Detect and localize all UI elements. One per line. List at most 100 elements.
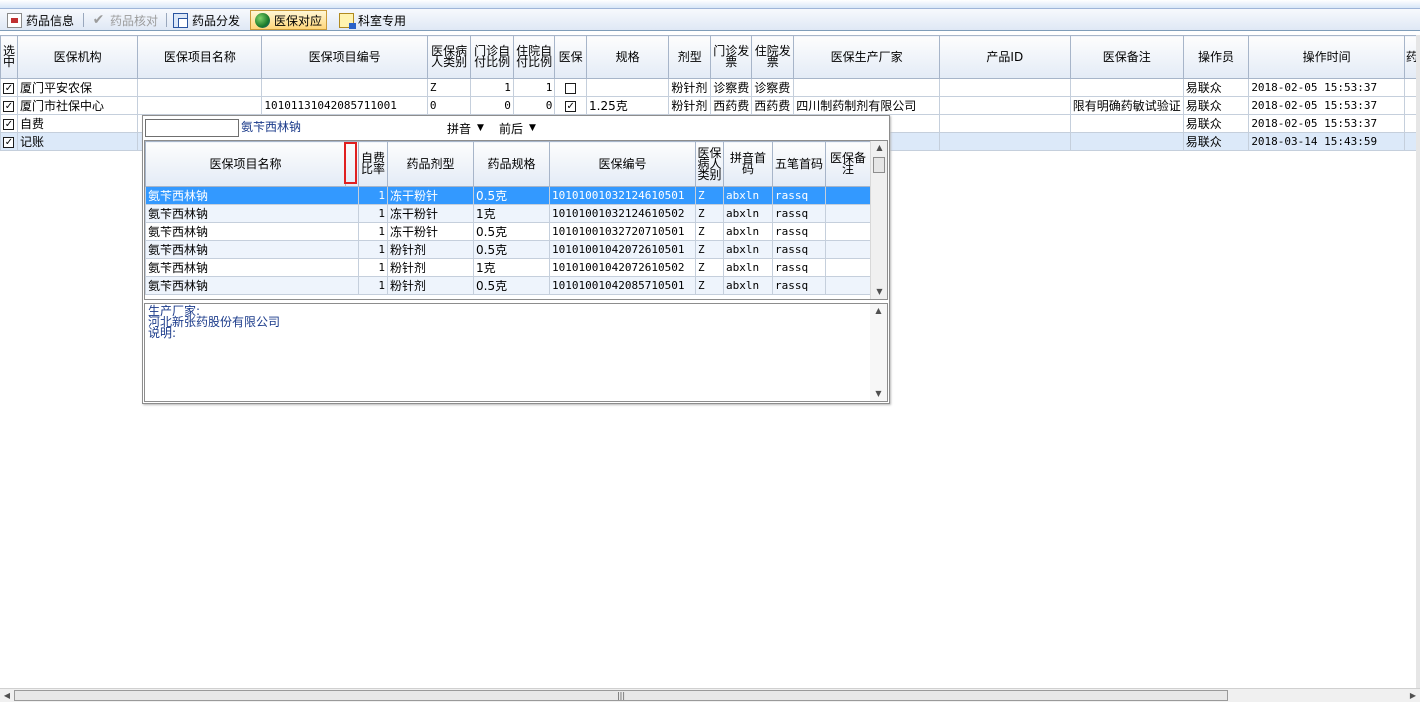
spec-cell: 1.25克 — [586, 96, 670, 115]
col-header-org[interactable]: 医保机构 — [16, 35, 139, 79]
right-edge-scrollbar[interactable] — [1416, 35, 1420, 688]
col-header-product-id[interactable]: 产品ID — [938, 35, 1071, 79]
lookup-row[interactable]: 氨苄西林钠 1 冻干粉针 0.5克 10101001032720710501 Z… — [145, 222, 871, 241]
opd-ratio-cell: 0 — [470, 96, 514, 115]
scroll-down-arrow-icon[interactable]: ▼ — [871, 285, 887, 299]
table-row[interactable]: ✓ 厦门平安农保 Z 1 1 粉针剂 诊察费 诊察费 易联众 2018-02-0… — [0, 78, 1420, 97]
col-header-spec[interactable]: 规格 — [586, 35, 670, 79]
item-code-cell: 10101131042085711001 — [261, 96, 428, 115]
select-cell[interactable]: ✓ — [0, 96, 18, 115]
pinyin-cell: abxln — [723, 186, 773, 205]
col-header-drug-form[interactable]: 药品剂型 — [387, 141, 474, 187]
match-mode-dropdown[interactable]: 拼音 ▼ — [447, 120, 484, 136]
col-header-item-name[interactable]: 医保项目名称 — [145, 141, 346, 187]
select-checkbox[interactable]: ✓ — [3, 118, 15, 130]
tab-drug-check[interactable]: ✔ 药品核对 — [86, 10, 163, 30]
col-header-opd-ratio[interactable]: 门诊自付比例 — [470, 35, 514, 79]
col-header-ipd-ratio[interactable]: 住院自付比例 — [512, 35, 556, 79]
tab-label: 药品信息 — [26, 13, 75, 28]
globe-icon — [255, 12, 270, 28]
select-checkbox[interactable]: ✓ — [3, 82, 15, 94]
form-cell: 粉针剂 — [387, 276, 474, 295]
col-header-pinyin-code[interactable]: 拼音首码 — [723, 141, 773, 187]
category-cell: Z — [695, 240, 724, 259]
insured-checkbox[interactable]: ✓ — [565, 100, 577, 112]
scroll-up-arrow-icon[interactable]: ▲ — [871, 141, 887, 155]
col-header-self-pay-ratio[interactable]: 自费比率 — [358, 141, 388, 187]
tab-separator — [166, 13, 167, 27]
select-checkbox[interactable]: ✓ — [3, 100, 15, 112]
item-detail-panel: 生产厂家: 河北新张药股份有限公司 说明: ▲ ▼ — [144, 303, 888, 402]
col-header-maker[interactable]: 医保生产厂家 — [793, 35, 940, 79]
select-checkbox[interactable]: ✓ — [3, 136, 15, 148]
form-cell: 粉针剂 — [668, 96, 712, 115]
select-cell[interactable]: ✓ — [0, 114, 18, 133]
category-cell: Z — [695, 276, 724, 295]
tab-drug-distribute[interactable]: 药品分发 — [168, 10, 245, 30]
table-row[interactable]: ✓ 厦门市社保中心 10101131042085711001 0 0 0 ✓ 1… — [0, 96, 1420, 115]
ipd-invoice-cell: 诊察费 — [751, 78, 795, 97]
scroll-up-arrow-icon[interactable]: ▲ — [870, 304, 887, 318]
scroll-down-arrow-icon[interactable]: ▼ — [870, 387, 887, 401]
item-name-cell: 氨苄西林钠 — [145, 240, 359, 259]
detail-vertical-scrollbar[interactable]: ▲ ▼ — [870, 304, 887, 401]
col-header-opd-invoice[interactable]: 门诊发票 — [710, 35, 753, 79]
col-header-remark[interactable]: 医保备注 — [1069, 35, 1184, 79]
col-header-insurance-remark[interactable]: 医保备注 — [825, 141, 871, 187]
lookup-row[interactable]: 氨苄西林钠 1 冻干粉针 1克 10101001032124610502 Z a… — [145, 204, 871, 223]
col-header-item-name[interactable]: 医保项目名称 — [137, 35, 263, 79]
lookup-row[interactable]: 氨苄西林钠 1 粉针剂 0.5克 10101001042085710501 Z … — [145, 276, 871, 295]
remark-cell — [825, 276, 871, 295]
lookup-row[interactable]: 氨苄西林钠 1 冻干粉针 0.5克 10101001032124610501 Z… — [145, 186, 871, 205]
ratio-cell: 1 — [358, 258, 388, 277]
ipd-ratio-cell: 0 — [512, 96, 556, 115]
tab-department[interactable]: 科室专用 — [334, 10, 411, 30]
col-header-insured[interactable]: 医保 — [554, 35, 588, 79]
tab-label: 药品核对 — [110, 13, 159, 28]
col-header-wubi-code[interactable]: 五笔首码 — [772, 141, 826, 187]
col-header-operator[interactable]: 操作员 — [1182, 35, 1250, 79]
product-id-cell — [938, 78, 1071, 97]
lookup-row[interactable]: 氨苄西林钠 1 粉针剂 0.5克 10101001042072610501 Z … — [145, 240, 871, 259]
operator-cell: 易联众 — [1182, 78, 1250, 97]
pinyin-cell: abxln — [723, 276, 773, 295]
lookup-vertical-scrollbar[interactable]: ▲ ▼ — [870, 141, 887, 299]
remark-cell — [825, 186, 871, 205]
col-header-insurance-code[interactable]: 医保编号 — [549, 141, 696, 187]
col-header-drug-spec[interactable]: 药品规格 — [473, 141, 550, 187]
insured-cell[interactable]: ✓ — [554, 96, 588, 115]
scroll-left-arrow-icon[interactable]: ◀ — [0, 689, 14, 703]
ipd-ratio-cell: 1 — [512, 78, 556, 97]
maker-cell — [793, 78, 940, 97]
col-header-time[interactable]: 操作时间 — [1248, 35, 1405, 79]
ratio-cell: 1 — [358, 222, 388, 241]
tab-insurance-mapping[interactable]: 医保对应 — [250, 10, 328, 30]
select-cell[interactable]: ✓ — [0, 78, 18, 97]
match-position-dropdown[interactable]: 前后 ▼ — [499, 120, 536, 136]
distribute-icon — [173, 12, 188, 28]
col-header-patient-category[interactable]: 医保病人类别 — [695, 141, 724, 187]
col-header-ipd-invoice[interactable]: 住院发票 — [751, 35, 795, 79]
lookup-row[interactable]: 氨苄西林钠 1 粉针剂 1克 10101001042072610502 Z ab… — [145, 258, 871, 277]
col-header-select[interactable]: 选中 — [0, 35, 18, 79]
search-input[interactable] — [145, 119, 239, 137]
scroll-thumb[interactable] — [873, 157, 885, 173]
pinyin-cell: abxln — [723, 222, 773, 241]
remark-cell — [1069, 132, 1184, 151]
horizontal-scrollbar[interactable]: ◀ ||| ▶ — [0, 688, 1420, 702]
search-term-text[interactable]: 氨苄西林钠 — [240, 119, 438, 137]
category-cell: Z — [695, 186, 724, 205]
wubi-cell: rassq — [772, 204, 826, 223]
select-cell[interactable]: ✓ — [0, 132, 18, 151]
scroll-thumb[interactable]: ||| — [14, 690, 1228, 701]
col-header-form[interactable]: 剂型 — [668, 35, 712, 79]
insured-cell[interactable] — [554, 78, 588, 97]
patient-category-cell: 0 — [426, 96, 472, 115]
insured-checkbox[interactable] — [565, 82, 577, 94]
scroll-right-arrow-icon[interactable]: ▶ — [1406, 689, 1420, 703]
operator-cell: 易联众 — [1182, 96, 1250, 115]
col-header-item-code[interactable]: 医保项目编号 — [261, 35, 428, 79]
col-header-patient-category[interactable]: 医保病人类别 — [426, 35, 472, 79]
tab-drug-info[interactable]: 药品信息 — [2, 10, 79, 30]
tab-bar: 药品信息 ✔ 药品核对 药品分发 医保对应 科室专用 — [0, 9, 1420, 31]
